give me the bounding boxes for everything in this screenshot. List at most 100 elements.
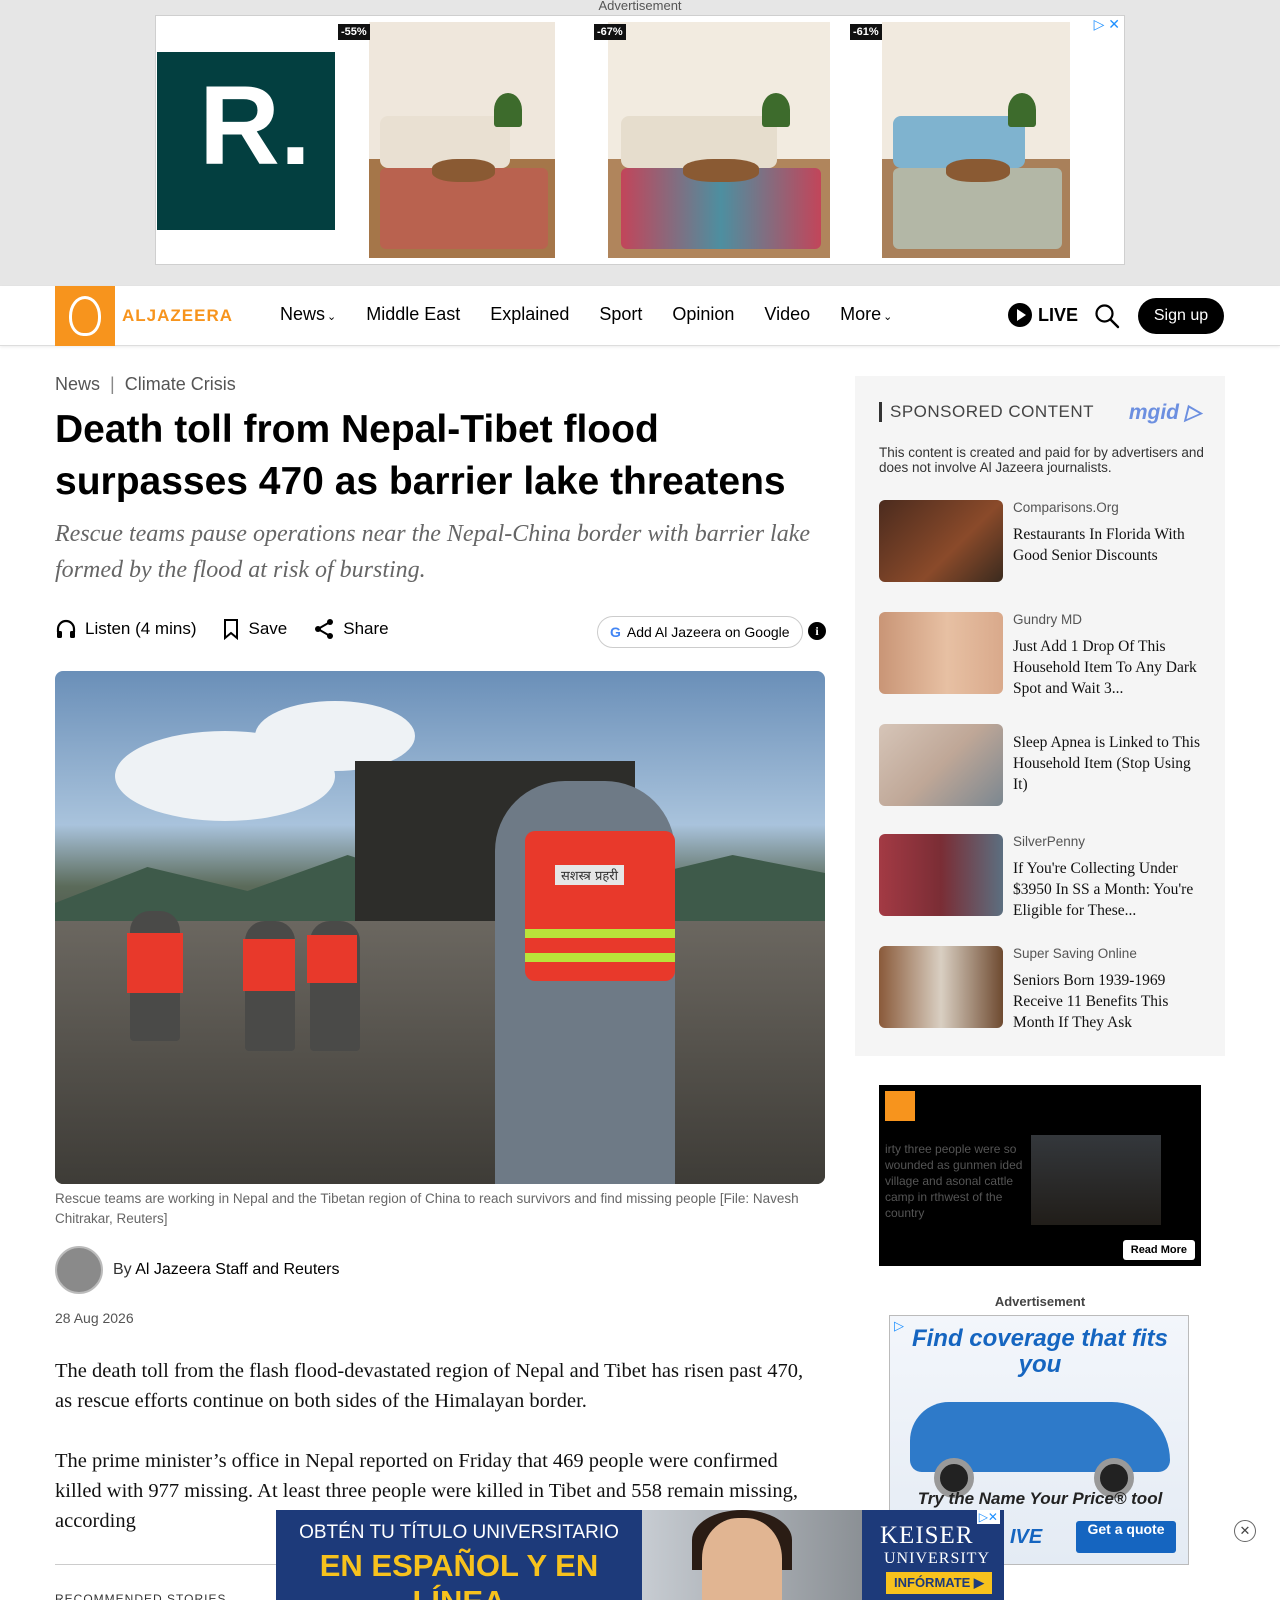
sponsored-item[interactable]: Super Saving Online Seniors Born 1939-19… [879,946,1209,1031]
ad-line: EN ESPAÑOL Y EN LÍNEA [319,1548,599,1600]
top-banner-ad[interactable]: R. -55% -67% -61% ▷ ✕ [155,15,1125,265]
read-more-button[interactable]: Read More [1122,1240,1195,1260]
publish-date: 28 Aug 2026 [55,1310,134,1326]
aljazeera-logo-icon [885,1091,915,1121]
sponsored-source: Comparisons.Org [1013,500,1119,515]
video-overlay-text: irty three people were so wounded as gun… [885,1142,1023,1220]
table-image [945,158,1010,183]
nav-more[interactable]: More ⌄ [840,304,892,325]
sponsored-thumbnail [879,834,1003,916]
vest-stripe [525,953,675,962]
play-icon [1008,303,1032,327]
mgid-logo[interactable]: mgid ▷ [1129,400,1201,425]
nav-news[interactable]: News ⌄ [280,304,336,325]
informate-button[interactable]: INFÓRMATE ▶ [886,1572,992,1594]
article-actions: Listen (4 mins) Save Share [55,618,389,640]
hero-image: सशस्त्र प्रहरी [55,671,825,1184]
ad-tagline: Try the Name Your Price® tool [917,1489,1163,1508]
search-icon[interactable] [1094,303,1120,329]
author-byline: By Al Jazeera Staff and Reuters [55,1246,340,1294]
ad-label: Advertisement [598,0,682,13]
table-image [683,158,759,183]
sponsored-content: SPONSORED CONTENT mgid ▷ This content is… [855,376,1225,1056]
aljazeera-logo-icon [69,296,101,336]
add-on-google-label: Add Al Jazeera on Google [626,624,790,640]
rescue-vest [243,939,295,991]
sponsored-thumbnail [879,724,1003,806]
sponsored-source: SilverPenny [1013,834,1086,849]
share-label: Share [343,619,389,638]
close-icon[interactable]: ✕ [1234,1520,1256,1542]
sponsored-source: Gundry MD [1013,612,1083,627]
nav-video[interactable]: Video [764,304,810,325]
ad-brand-name: KEISER [880,1522,974,1549]
sponsored-item[interactable]: Sleep Apnea is Linked to This Household … [879,724,1209,808]
sponsored-source: Super Saving Online [1013,946,1137,961]
breadcrumb-news[interactable]: News [55,374,100,394]
ad-label: Advertisement [994,1294,1086,1309]
sponsored-title: Sleep Apnea is Linked to This Household … [1013,734,1200,793]
add-on-google-button[interactable]: G Add Al Jazeera on Google [597,616,803,648]
nav-label: More [840,304,882,324]
main-nav: News ⌄ Middle East Explained Sport Opinio… [280,304,892,325]
adchoices-icon[interactable]: ▷ ✕ [1094,16,1120,33]
rescue-vest [307,935,357,983]
sponsored-item[interactable]: Gundry MD Just Add 1 Drop Of This Househ… [879,612,1209,697]
ad-person-face [702,1518,782,1600]
adchoices-icon[interactable]: ▷✕ [976,1510,1000,1524]
listen-label: Listen (4 mins) [85,619,197,638]
sponsored-title: Just Add 1 Drop Of This Household Item T… [1013,638,1197,697]
sponsored-thumbnail [879,612,1003,694]
ad-product-image[interactable] [882,22,1070,258]
bottom-sticky-ad[interactable]: OBTÉN TU TÍTULO UNIVERSITARIO EN ESPAÑOL… [276,1510,1004,1600]
author-prefix: By [113,1261,132,1278]
rescue-vest [127,933,183,993]
ad-partial-text: IVE [1010,1526,1043,1548]
bookmark-icon [224,619,239,640]
ad-brand-subname: UNIVERSITY [884,1550,990,1567]
discount-badge: -67% [594,24,626,40]
share-icon [315,619,334,639]
sponsored-title: If You're Collecting Under $3950 In SS a… [1013,860,1194,919]
sponsored-title: Restaurants In Florida With Good Senior … [1013,526,1185,564]
get-quote-button[interactable]: Get a quote [1076,1521,1176,1553]
sign-up-button[interactable]: Sign up [1138,298,1224,334]
sponsored-thumbnail [879,500,1003,582]
nav-opinion[interactable]: Opinion [672,304,734,325]
video-player[interactable]: irty three people were so wounded as gun… [879,1085,1201,1266]
ad-product-image[interactable] [608,22,830,258]
ad-headline: Find coverage that fits you [911,1325,1169,1378]
save-button[interactable]: Save [222,618,287,640]
ad-product-image[interactable] [369,22,555,258]
headphones-icon [56,619,76,638]
breadcrumb-topic[interactable]: Climate Crisis [125,374,236,394]
ad-brand-logo[interactable]: R. [157,52,335,230]
plant-image [1008,92,1037,127]
top-ad-region: Advertisement R. -55% -67% -61% ▷ ✕ [0,0,1280,286]
avatar[interactable] [55,1246,103,1294]
aljazeera-logo[interactable] [55,286,115,346]
vest-stripe [525,929,675,938]
plant-image [762,92,791,127]
nav-sport[interactable]: Sport [599,304,642,325]
chevron-down-icon: ⌄ [883,311,893,323]
breadcrumb-separator: | [110,374,115,394]
nav-explained[interactable]: Explained [490,304,569,325]
live-label: LIVE [1038,304,1079,325]
save-label: Save [248,619,288,638]
logo-wordmark[interactable]: ALJAZEERA [122,306,233,326]
sponsored-title: Seniors Born 1939-1969 Receive 11 Benefi… [1013,972,1169,1031]
sponsored-disclaimer: This content is created and paid for by … [879,445,1204,475]
ad-brand-letter: R. [199,63,311,188]
listen-button[interactable]: Listen (4 mins) [55,618,196,640]
sponsored-item[interactable]: Comparisons.Org Restaurants In Florida W… [879,500,1209,584]
live-button[interactable]: LIVE [1008,303,1078,327]
article-subhead: Rescue teams pause operations near the N… [55,521,811,583]
ad-line: OBTÉN TU TÍTULO UNIVERSITARIO [299,1522,619,1543]
info-icon[interactable]: i [808,622,826,640]
share-button[interactable]: Share [313,618,389,640]
image-caption: Rescue teams are working in Nepal and th… [55,1191,799,1226]
sponsored-item[interactable]: SilverPenny If You're Collecting Under $… [879,834,1209,919]
author-name[interactable]: Al Jazeera Staff and Reuters [135,1261,339,1278]
nav-middle-east[interactable]: Middle East [366,304,460,325]
